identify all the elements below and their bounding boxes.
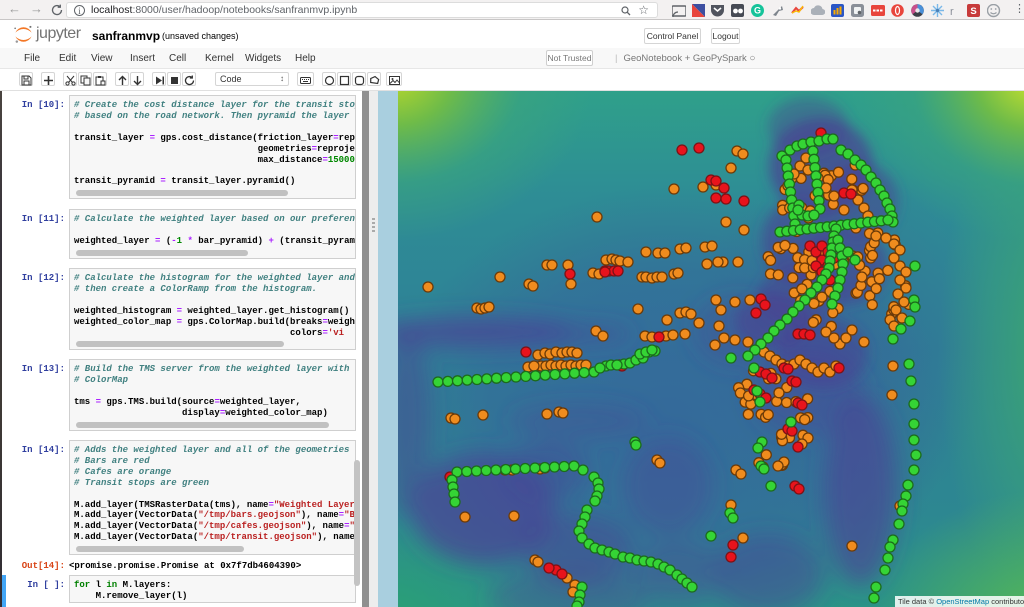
svg-text:Tile data © OpenStreetMap cont: Tile data © OpenStreetMap contributors [898, 597, 1024, 606]
svg-text:S: S [970, 6, 976, 17]
svg-text:r: r [950, 6, 954, 18]
svg-text:G: G [754, 6, 761, 16]
